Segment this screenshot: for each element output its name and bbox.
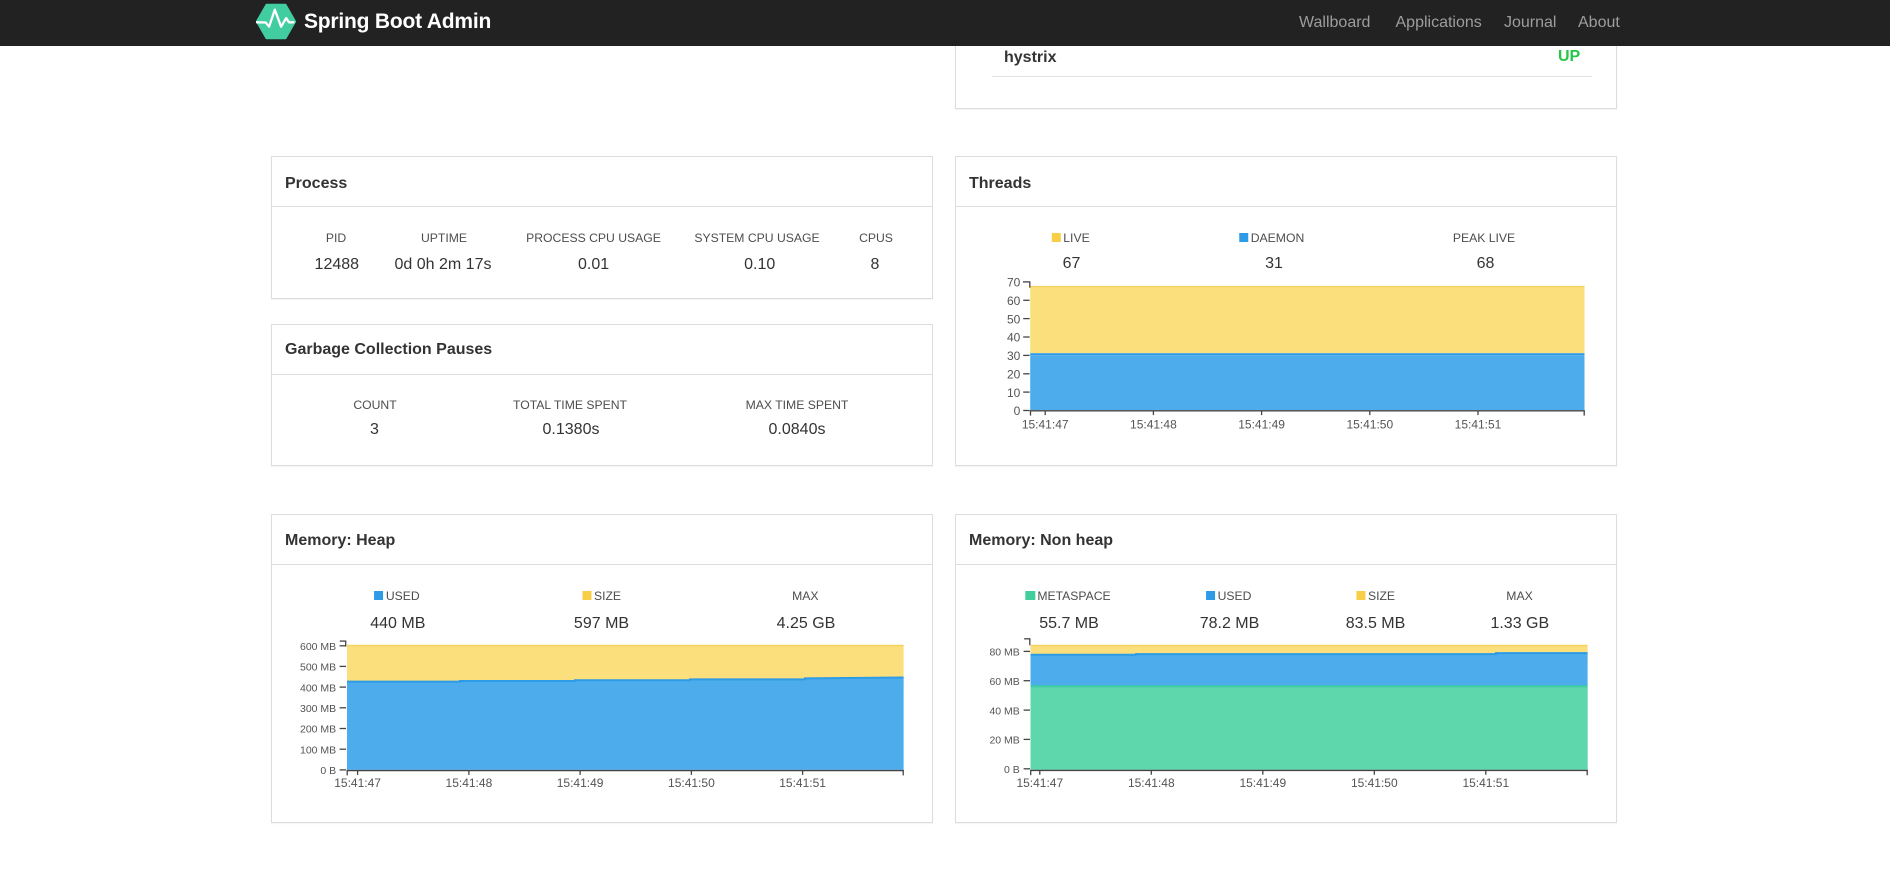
- svg-text:15:41:50: 15:41:50: [668, 776, 715, 790]
- svg-text:400 MB: 400 MB: [300, 682, 336, 694]
- svg-text:0 B: 0 B: [1004, 764, 1020, 776]
- svg-text:15:41:50: 15:41:50: [1351, 776, 1398, 790]
- svg-text:60 MB: 60 MB: [989, 676, 1019, 688]
- svg-text:15:41:48: 15:41:48: [1130, 418, 1177, 432]
- svg-text:30: 30: [1007, 349, 1021, 363]
- svg-text:15:41:47: 15:41:47: [334, 776, 381, 790]
- svg-text:15:41:51: 15:41:51: [1462, 776, 1509, 790]
- svg-text:15:41:49: 15:41:49: [1239, 776, 1286, 790]
- svg-text:15:41:47: 15:41:47: [1016, 776, 1063, 790]
- svg-text:20 MB: 20 MB: [989, 735, 1019, 747]
- svg-text:10: 10: [1007, 386, 1021, 400]
- svg-text:15:41:48: 15:41:48: [1128, 776, 1175, 790]
- svg-text:40: 40: [1007, 331, 1021, 345]
- svg-text:15:41:50: 15:41:50: [1346, 418, 1393, 432]
- svg-text:600 MB: 600 MB: [300, 641, 336, 653]
- svg-text:15:41:51: 15:41:51: [1455, 418, 1502, 432]
- svg-text:60: 60: [1007, 294, 1021, 308]
- svg-text:0: 0: [1014, 404, 1021, 418]
- svg-text:70: 70: [1007, 276, 1021, 290]
- svg-text:15:41:49: 15:41:49: [557, 776, 604, 790]
- svg-text:15:41:47: 15:41:47: [1022, 418, 1069, 432]
- svg-text:200 MB: 200 MB: [300, 724, 336, 736]
- svg-text:40 MB: 40 MB: [989, 705, 1019, 717]
- svg-text:300 MB: 300 MB: [300, 703, 336, 715]
- svg-text:15:41:49: 15:41:49: [1238, 418, 1285, 432]
- svg-text:15:41:51: 15:41:51: [779, 776, 826, 790]
- svg-text:20: 20: [1007, 368, 1021, 382]
- svg-text:100 MB: 100 MB: [300, 744, 336, 756]
- svg-text:50: 50: [1007, 312, 1021, 326]
- svg-text:15:41:48: 15:41:48: [446, 776, 493, 790]
- svg-text:80 MB: 80 MB: [989, 647, 1019, 659]
- svg-text:500 MB: 500 MB: [300, 662, 336, 674]
